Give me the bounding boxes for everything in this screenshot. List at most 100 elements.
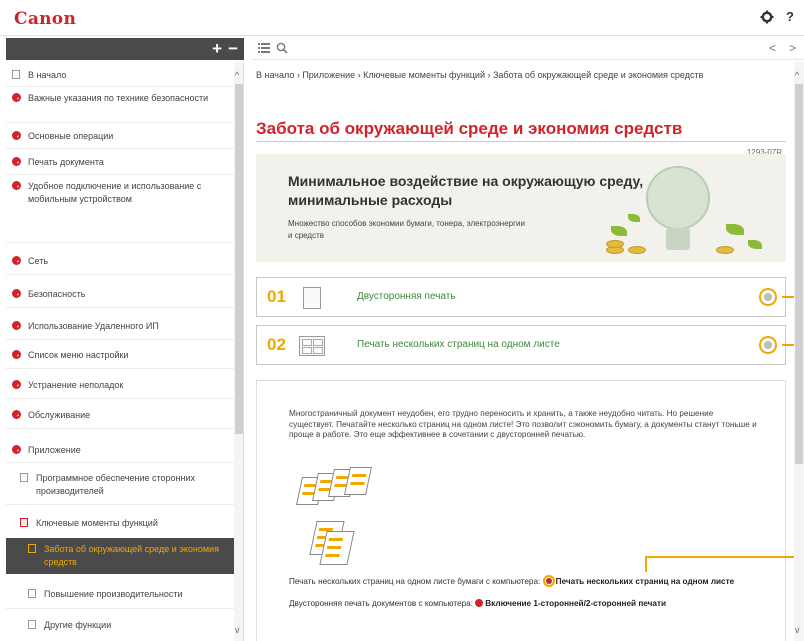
sidebar-item-appendix[interactable]: Приложение xyxy=(6,444,234,457)
scroll-up-icon[interactable]: ^ xyxy=(795,70,799,80)
sidebar-item-environment[interactable]: Забота об окружающей среде и экономия ср… xyxy=(6,538,234,574)
sidebar-toc: В начало Важные указания по технике безо… xyxy=(6,62,244,641)
chapter-icon xyxy=(12,410,21,419)
divider xyxy=(6,174,234,175)
sidebar-item-basic-operations[interactable]: Основные операции xyxy=(6,130,234,143)
chapter-icon xyxy=(12,380,21,389)
callout-marker xyxy=(645,556,647,572)
duplex-page-icon xyxy=(303,287,321,309)
divider xyxy=(256,141,786,142)
lightbulb-illustration xyxy=(646,166,710,250)
chapter-icon xyxy=(12,256,21,265)
n-up-page-icon xyxy=(299,336,325,356)
sidebar-item-remote-ui[interactable]: Использование Удаленного ИП xyxy=(6,320,234,333)
expand-toggle-icon[interactable] xyxy=(759,288,777,306)
callout-marker xyxy=(646,556,794,558)
previous-page-button[interactable]: < xyxy=(769,41,776,55)
chapter-icon xyxy=(12,181,21,190)
toc-list-icon[interactable] xyxy=(258,43,270,53)
page-icon xyxy=(28,620,36,629)
page-icon xyxy=(20,518,28,527)
breadcrumb[interactable]: В начало › Приложение › Ключевые моменты… xyxy=(256,68,756,83)
callout-marker xyxy=(782,344,794,346)
sidebar-item-maintenance[interactable]: Обслуживание xyxy=(6,409,234,422)
gear-icon[interactable] xyxy=(760,10,774,24)
leaf-icon xyxy=(726,224,744,235)
page-title: Забота об окружающей среде и экономия ср… xyxy=(256,119,683,138)
sidebar-item-settings-menu[interactable]: Список меню настройки xyxy=(6,349,234,362)
sidebar-toolbar: + − xyxy=(6,38,244,60)
page-icon xyxy=(28,589,36,598)
chapter-icon xyxy=(12,350,21,359)
divider xyxy=(6,398,234,399)
scroll-down-icon[interactable]: v xyxy=(235,625,240,635)
help-button[interactable]: ? xyxy=(786,9,794,24)
divider xyxy=(6,86,234,87)
panel-description: Многостраничный документ неудобен, его т… xyxy=(289,409,757,439)
sidebar-scrollbar[interactable]: ^ v xyxy=(234,62,243,641)
banner-subtitle: Множество способов экономии бумаги, тоне… xyxy=(288,219,525,240)
divider xyxy=(6,242,234,243)
n-up-link[interactable]: Печать нескольких страниц на одном листе xyxy=(556,577,735,586)
card-label: Печать нескольких страниц на одном листе xyxy=(357,339,560,350)
coin-icon xyxy=(628,246,646,254)
content-toolbar: < > xyxy=(252,38,804,60)
next-page-button[interactable]: > xyxy=(789,41,796,55)
leaf-icon xyxy=(611,226,627,236)
sidebar-item-troubleshooting[interactable]: Устранение неполадок xyxy=(6,379,234,392)
card-number: 01 xyxy=(267,287,286,306)
expand-all-button[interactable]: + xyxy=(212,39,222,59)
n-up-pages-illustration xyxy=(287,467,387,575)
chapter-icon xyxy=(12,93,21,102)
divider xyxy=(6,368,234,369)
sidebar-item-security[interactable]: Безопасность xyxy=(6,288,234,301)
collapse-all-button[interactable]: − xyxy=(228,39,238,59)
page-icon xyxy=(20,473,28,482)
chapter-icon xyxy=(12,445,21,454)
sidebar-item-home[interactable]: В начало xyxy=(6,69,234,82)
divider xyxy=(6,608,234,609)
scrollbar-thumb[interactable] xyxy=(795,84,803,464)
expand-toggle-icon[interactable] xyxy=(759,336,777,354)
divider xyxy=(6,307,234,308)
page-icon xyxy=(12,70,20,79)
card-label: Двусторонняя печать xyxy=(357,291,456,302)
sidebar-item-printing[interactable]: Печать документа xyxy=(6,156,234,169)
link-bullet-icon xyxy=(542,575,555,587)
scroll-up-icon[interactable]: ^ xyxy=(235,70,239,80)
hero-banner: Минимальное воздействие на окружающую ср… xyxy=(256,154,786,262)
scroll-down-icon[interactable]: v xyxy=(795,625,800,635)
divider xyxy=(6,339,234,340)
sidebar-item-network[interactable]: Сеть xyxy=(6,255,234,268)
content-scrollbar[interactable]: ^ v xyxy=(794,62,804,641)
feature-card-n-up[interactable]: 02 Печать нескольких страниц на одном ли… xyxy=(256,325,786,365)
sidebar-item-third-party-software[interactable]: Программное обеспечение сторонних произв… xyxy=(6,472,234,498)
coin-icon xyxy=(606,240,624,248)
banner-title: Минимальное воздействие на окружающую ср… xyxy=(288,173,644,208)
sidebar-item-key-features[interactable]: Ключевые моменты функций xyxy=(6,517,234,530)
divider xyxy=(6,148,234,149)
scrollbar-thumb[interactable] xyxy=(235,84,243,434)
canon-logo[interactable]: Canon xyxy=(14,9,76,29)
link-bullet-icon xyxy=(475,599,484,607)
divider xyxy=(6,428,234,429)
main-content: В начало › Приложение › Ключевые моменты… xyxy=(252,62,792,641)
coin-icon xyxy=(716,246,734,254)
chapter-icon xyxy=(12,289,21,298)
leaf-icon xyxy=(628,214,640,222)
feature-card-duplex[interactable]: 01 Двусторонняя печать xyxy=(256,277,786,317)
sidebar-item-productivity[interactable]: Повышение производительности xyxy=(6,588,234,601)
sidebar-item-mobile[interactable]: Удобное подключение и использование с мо… xyxy=(6,180,234,206)
sidebar-item-safety[interactable]: Важные указания по технике безопасности xyxy=(6,92,234,105)
search-icon[interactable] xyxy=(276,42,288,54)
page-icon xyxy=(28,544,36,553)
n-up-instruction: Печать нескольких страниц на одном листе… xyxy=(289,575,735,587)
chapter-icon xyxy=(12,131,21,140)
top-header: Canon ? xyxy=(0,0,804,36)
duplex-link[interactable]: Включение 1-сторонней/2-сторонней печати xyxy=(485,599,666,608)
sidebar-item-other-functions[interactable]: Другие функции xyxy=(6,619,234,632)
divider xyxy=(6,122,234,123)
callout-marker xyxy=(782,296,794,298)
divider xyxy=(6,462,234,463)
expanded-panel: Многостраничный документ неудобен, его т… xyxy=(256,380,786,641)
